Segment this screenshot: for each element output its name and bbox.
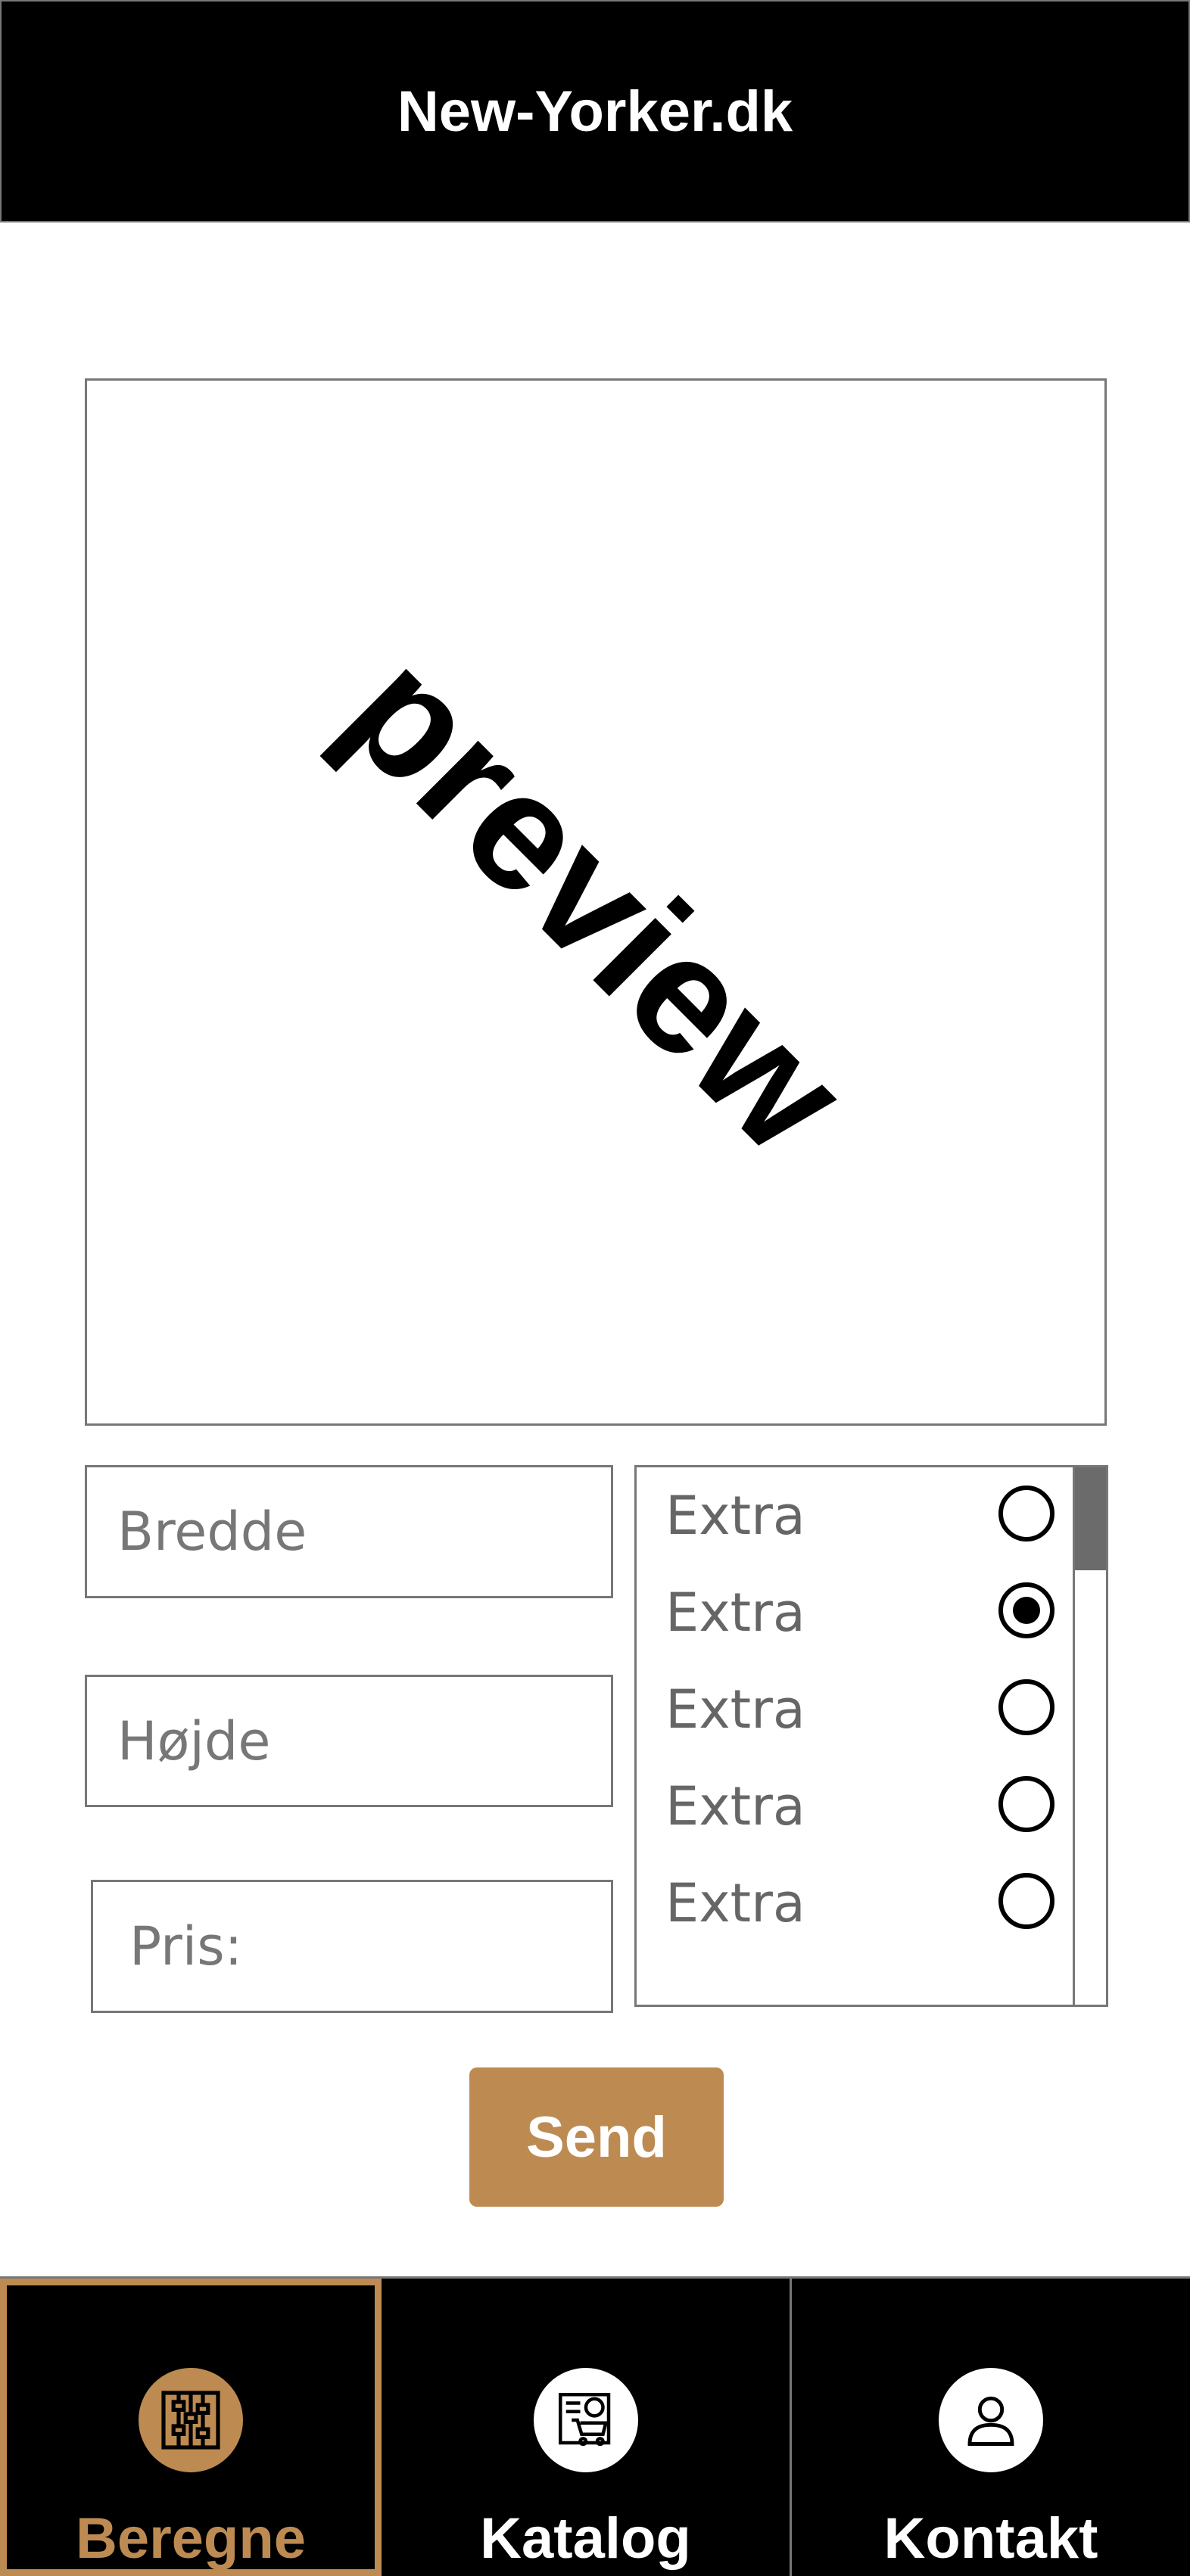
extras-list: Extra Extra Extra Extra Extra <box>634 1465 1108 2007</box>
extras-scrollbar[interactable] <box>1073 1467 1106 2005</box>
extra-radio[interactable] <box>998 1873 1054 1929</box>
extra-option-label: Extra <box>665 1678 805 1741</box>
nav-item-katalog[interactable]: Katalog <box>382 2279 792 2576</box>
nav-label-kontakt: Kontakt <box>883 2506 1098 2571</box>
width-input[interactable] <box>85 1465 613 1598</box>
catalog-cart-icon <box>533 2368 638 2472</box>
extra-option-label: Extra <box>665 1582 805 1644</box>
extra-radio[interactable] <box>998 1486 1054 1542</box>
preview-label: preview <box>310 617 881 1187</box>
nav-item-beregne[interactable]: Beregne <box>0 2279 382 2576</box>
extra-option[interactable]: Extra <box>637 1661 1074 1758</box>
extra-option[interactable]: Extra <box>637 1855 1074 1952</box>
extra-radio[interactable] <box>998 1679 1054 1735</box>
site-title: New-Yorker.dk <box>397 79 793 144</box>
extra-option-label: Extra <box>665 1775 805 1837</box>
price-input[interactable] <box>91 1880 613 2013</box>
extra-option[interactable]: Extra <box>637 1758 1074 1855</box>
app-header: New-Yorker.dk <box>0 0 1190 222</box>
extras-scrollbar-thumb[interactable] <box>1075 1467 1106 1570</box>
user-icon <box>939 2368 1043 2472</box>
abacus-icon <box>139 2368 243 2472</box>
extra-radio[interactable] <box>998 1582 1054 1638</box>
preview-panel: preview <box>85 378 1107 1426</box>
nav-label-beregne: Beregne <box>75 2506 307 2571</box>
nav-label-katalog: Katalog <box>480 2506 691 2571</box>
nav-item-kontakt[interactable]: Kontakt <box>792 2279 1190 2576</box>
height-input[interactable] <box>85 1675 613 1807</box>
extra-option[interactable]: Extra <box>637 1467 1074 1564</box>
bottom-nav: Beregne Katalog Kontakt <box>0 2276 1190 2576</box>
extra-radio[interactable] <box>998 1776 1054 1832</box>
extra-option-label: Extra <box>665 1872 805 1934</box>
send-button[interactable]: Send <box>469 2067 724 2207</box>
extra-option[interactable]: Extra <box>637 1564 1074 1661</box>
extra-option-label: Extra <box>665 1485 805 1547</box>
